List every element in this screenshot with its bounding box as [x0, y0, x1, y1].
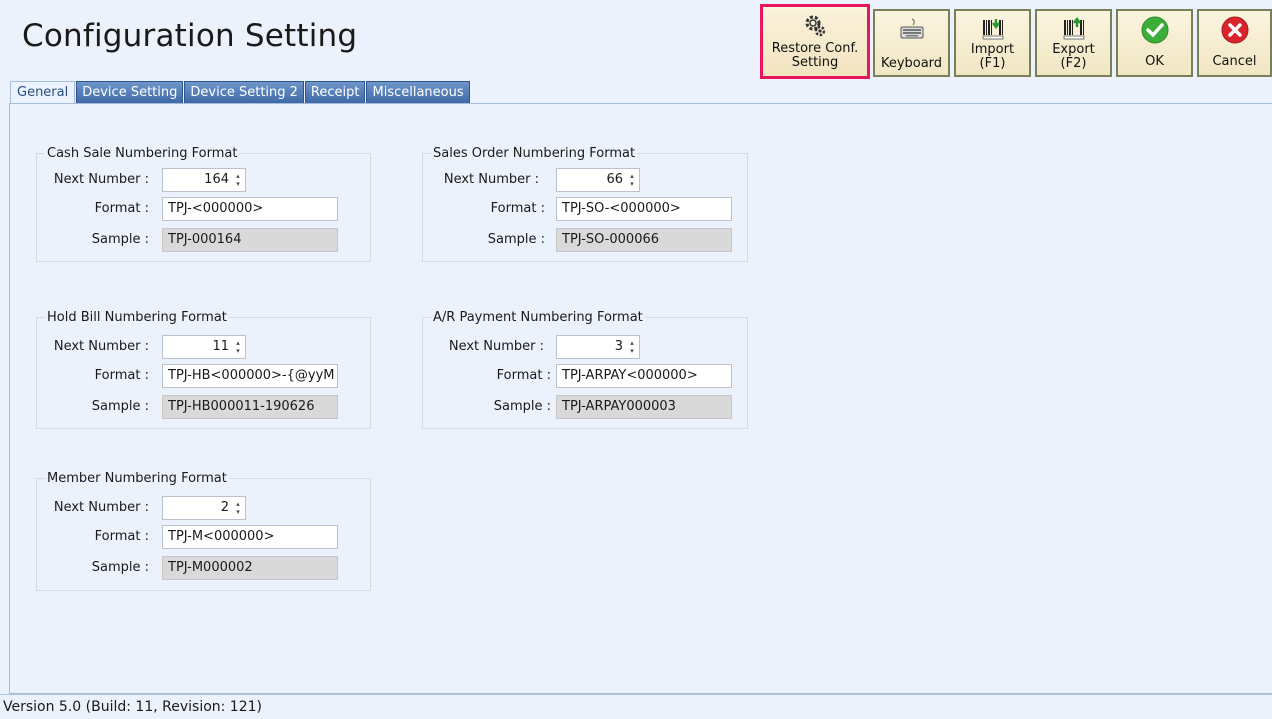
format-field[interactable]: TPJ-SO-<000000> — [556, 197, 732, 221]
format-label: Format : — [490, 201, 545, 216]
sample-label: Sample : — [91, 399, 149, 414]
next-number-value: 2 — [220, 500, 229, 515]
version-text: Version 5.0 (Build: 11, Revision: 121) — [3, 699, 262, 715]
restore-conf-setting-button[interactable]: Restore Conf. Setting — [760, 4, 870, 79]
next-number-label: Next Number : — [53, 172, 149, 187]
next-number-spinner[interactable]: 11 ▴ ▾ — [162, 335, 246, 359]
spinner-arrows-icon[interactable]: ▴ ▾ — [234, 172, 242, 188]
cash-sale-numbering-group: Cash Sale Numbering Format Next Number :… — [36, 146, 371, 262]
group-title: Cash Sale Numbering Format — [45, 146, 240, 161]
format-field[interactable]: TPJ-M<000000> — [162, 525, 338, 549]
page-title: Configuration Setting — [22, 18, 358, 54]
next-number-label: Next Number : — [53, 339, 149, 354]
format-field[interactable]: TPJ-<000000> — [162, 197, 338, 221]
format-field[interactable]: TPJ-ARPAY<000000> — [556, 364, 732, 388]
format-label: Format : — [94, 529, 149, 544]
tab-device-setting-2[interactable]: Device Setting 2 — [184, 81, 304, 103]
spinner-arrows-icon[interactable]: ▴ ▾ — [628, 339, 636, 355]
keyboard-button[interactable]: Keyboard — [873, 9, 950, 77]
close-icon — [1199, 15, 1270, 45]
next-number-label: Next Number : — [443, 172, 539, 187]
next-number-spinner[interactable]: 164 ▴ ▾ — [162, 168, 246, 192]
sales-order-numbering-group: Sales Order Numbering Format Next Number… — [422, 146, 748, 262]
cancel-label: Cancel — [1212, 54, 1257, 69]
spinner-arrows-icon[interactable]: ▴ ▾ — [628, 172, 636, 188]
tab-miscellaneous[interactable]: Miscellaneous — [366, 81, 470, 103]
group-title: Member Numbering Format — [45, 471, 229, 486]
sample-label: Sample : — [487, 232, 545, 247]
ok-button[interactable]: OK — [1116, 9, 1193, 77]
next-number-label: Next Number : — [53, 500, 149, 515]
next-number-value: 11 — [212, 339, 229, 354]
format-field[interactable]: TPJ-HB<000000>-{@yyM — [162, 364, 338, 388]
cancel-button[interactable]: Cancel — [1197, 9, 1272, 77]
spinner-arrows-icon[interactable]: ▴ ▾ — [234, 500, 242, 516]
sample-field: TPJ-SO-000066 — [556, 228, 732, 252]
next-number-value: 164 — [204, 172, 229, 187]
tab-general[interactable]: General — [10, 81, 76, 104]
next-number-label: Next Number : — [448, 339, 544, 354]
group-title: Sales Order Numbering Format — [431, 146, 638, 161]
spinner-arrows-icon[interactable]: ▴ ▾ — [234, 339, 242, 355]
tab-device-setting[interactable]: Device Setting — [76, 81, 184, 103]
hold-bill-numbering-group: Hold Bill Numbering Format Next Number :… — [36, 310, 371, 429]
member-numbering-group: Member Numbering Format Next Number : 2 … — [36, 471, 371, 591]
import-button[interactable]: Import (F1) — [954, 9, 1031, 77]
export-label-line2: (F2) — [1060, 56, 1087, 71]
import-label-line2: (F1) — [979, 56, 1006, 71]
import-barcode-icon — [956, 17, 1029, 41]
export-button[interactable]: Export (F2) — [1035, 9, 1112, 77]
next-number-value: 66 — [606, 172, 623, 187]
next-number-spinner[interactable]: 2 ▴ ▾ — [162, 496, 246, 520]
format-label: Format : — [94, 201, 149, 216]
sample-label: Sample : — [91, 560, 149, 575]
tab-receipt[interactable]: Receipt — [304, 81, 366, 103]
format-label: Format : — [496, 368, 551, 383]
restore-label-line1: Restore Conf. — [771, 41, 859, 56]
format-label: Format : — [94, 368, 149, 383]
ar-payment-numbering-group: A/R Payment Numbering Format Next Number… — [422, 310, 748, 429]
status-bar: Version 5.0 (Build: 11, Revision: 121) — [0, 694, 1272, 719]
general-tab-panel: Cash Sale Numbering Format Next Number :… — [9, 103, 1272, 694]
sample-field: TPJ-M000002 — [162, 556, 338, 580]
sample-field: TPJ-HB000011-190626 — [162, 395, 338, 419]
sample-label: Sample : — [91, 232, 149, 247]
tab-bar: General Device Setting Device Setting 2 … — [10, 81, 471, 104]
group-title: Hold Bill Numbering Format — [45, 310, 229, 325]
export-barcode-icon — [1037, 17, 1110, 41]
sample-label: Sample : — [493, 399, 551, 414]
sample-field: TPJ-ARPAY000003 — [556, 395, 732, 419]
restore-label-line2: Setting — [791, 55, 839, 70]
import-label-line1: Import — [970, 42, 1015, 57]
keyboard-label: Keyboard — [880, 56, 943, 71]
next-number-spinner[interactable]: 66 ▴ ▾ — [556, 168, 640, 192]
checkmark-icon — [1118, 15, 1191, 45]
next-number-spinner[interactable]: 3 ▴ ▾ — [556, 335, 640, 359]
export-label-line1: Export — [1052, 42, 1095, 57]
group-title: A/R Payment Numbering Format — [431, 310, 645, 325]
gears-icon — [763, 13, 867, 37]
keyboard-icon — [875, 17, 948, 41]
sample-field: TPJ-000164 — [162, 228, 338, 252]
ok-label: OK — [1145, 54, 1164, 69]
next-number-value: 3 — [614, 339, 623, 354]
